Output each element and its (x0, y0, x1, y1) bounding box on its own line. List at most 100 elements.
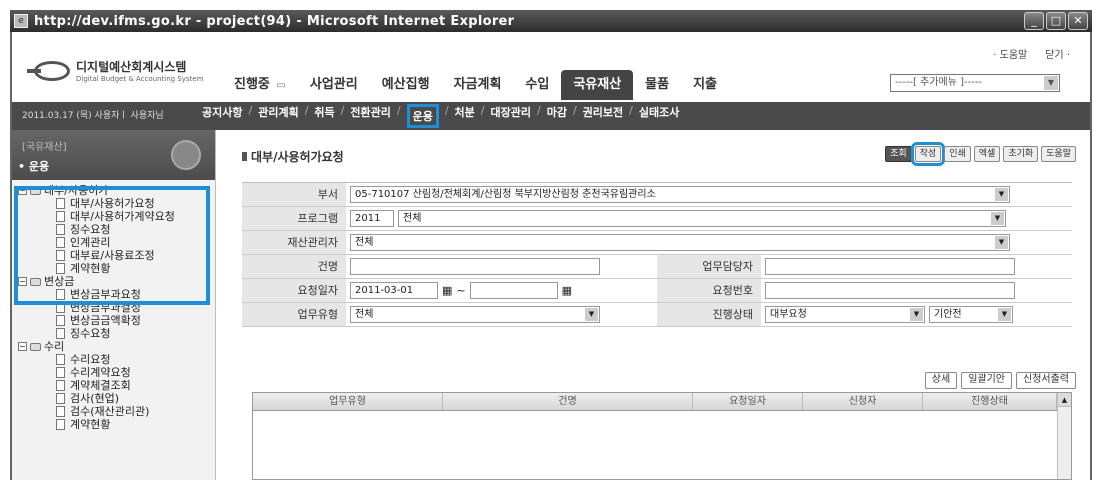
browser-content: 디지털예산회계시스템 Digital Budget & Accounting S… (10, 32, 1092, 480)
subnav-survey[interactable]: 실태조사 (639, 104, 679, 128)
sub-nav-links: 공지사항 / 관리계획 / 취득 / 전환관리 / 운용 / 처분 / 대장관리 / 마감 / … (202, 104, 685, 128)
table-scrollbar[interactable]: ▲ (1057, 393, 1071, 479)
col-worktype[interactable]: 업무유형 (253, 393, 443, 410)
tree-label: 수리 (44, 340, 65, 353)
close-link[interactable]: 닫기 · (1045, 46, 1070, 61)
close-icon[interactable]: ✕ (1068, 12, 1088, 30)
help-button[interactable]: 도움말 (1041, 146, 1076, 162)
document-icon (56, 354, 65, 365)
dept-select[interactable]: 05-710107 산림청/전체회계/산림청 북부지방산림청 춘천국유림관리소 ▼ (350, 186, 1010, 203)
manager-select[interactable]: 전체 ▼ (350, 234, 1010, 251)
subnav-notice[interactable]: 공지사항 (202, 104, 242, 128)
batch-draft-button[interactable]: 일괄기안 (961, 372, 1012, 389)
tree-item[interactable]: 수리요청 (18, 353, 215, 366)
app-logo[interactable]: 디지털예산회계시스템 Digital Budget & Accounting S… (27, 58, 204, 83)
chevron-down-icon: ▼ (910, 308, 923, 321)
excel-button[interactable]: 엑셀 (973, 146, 1001, 162)
ie-icon: e (14, 14, 28, 28)
maximize-icon[interactable]: □ (1046, 12, 1066, 30)
nav-expenditure[interactable]: 지출 (681, 70, 729, 100)
print-application-button[interactable]: 신청서출력 (1016, 372, 1076, 389)
nav-state-property[interactable]: 국유재산 (561, 70, 634, 100)
status-sub-select[interactable]: 기안전 ▼ (929, 306, 1013, 323)
date-to-input[interactable] (469, 282, 558, 299)
subnav-ledger[interactable]: 대장관리 (491, 104, 531, 128)
sidebar: [국유재산] • 운용 − 대부/사용허가 대부/사용허가요청 대부/사용허가계약요청… (12, 130, 216, 480)
chevron-down-icon: ▼ (995, 188, 1008, 201)
manager-value: 전체 (355, 237, 374, 248)
subnav-acquire[interactable]: 취득 (314, 104, 334, 128)
tree-item[interactable]: 징수요청 (18, 327, 215, 340)
print-button[interactable]: 인쇄 (944, 146, 971, 162)
nav-budget-exec[interactable]: 예산집행 (370, 70, 442, 100)
subnav-plan[interactable]: 관리계획 (258, 104, 298, 128)
col-date[interactable]: 요청일자 (693, 393, 803, 410)
tree-item[interactable]: 검사(현업) (18, 392, 215, 405)
tree-item[interactable]: 수리계약요청 (18, 366, 215, 379)
calendar-icon[interactable]: ▦ (562, 284, 572, 297)
sidebar-header: [국유재산] • 운용 (12, 130, 215, 180)
document-icon (56, 315, 65, 326)
subnav-close[interactable]: 마감 (547, 104, 567, 128)
reqno-input[interactable] (765, 282, 1015, 299)
user-info: 2011.03.17 (목) 사용자ㅣ 사용자님 (22, 110, 164, 121)
nav-project-mgmt[interactable]: 사업관리 (298, 70, 370, 100)
chevron-down-icon: ▼ (991, 212, 1004, 225)
date-from-input[interactable]: 2011-03-01 (350, 282, 438, 299)
col-subject[interactable]: 건명 (443, 393, 693, 410)
minimize-icon[interactable]: _ (1024, 12, 1044, 30)
nav-label: 진행중 (234, 77, 270, 92)
nav-revenue[interactable]: 수입 (513, 70, 561, 100)
status-value: 대부요청 (770, 309, 807, 320)
form-row-program: 프로그램 2011 전체 ▼ (242, 207, 1072, 231)
manager-label: 재산관리자 (242, 231, 346, 254)
tree-item[interactable]: 변상금금액확정 (18, 314, 215, 327)
dept-value: 05-710107 산림청/전체회계/산림청 북부지방산림청 춘천국유림관리소 (355, 189, 656, 200)
worktype-label: 업무유형 (242, 303, 346, 326)
worktype-select[interactable]: 전체 ▼ (350, 306, 600, 323)
status-label: 진행상태 (657, 303, 761, 326)
program-select[interactable]: 전체 ▼ (398, 210, 1006, 227)
form-row-dept: 부서 05-710107 산림청/전체회계/산림청 북부지방산림청 춘천국유림관… (242, 183, 1072, 207)
help-link[interactable]: · 도움말 (993, 46, 1027, 61)
status-select[interactable]: 대부요청 ▼ (765, 306, 925, 323)
logo-subtitle: Digital Budget & Accounting System (76, 75, 204, 83)
form-row-worktype: 업무유형 전체 ▼ 진행상태 대부요청 ▼ 기안전 ▼ (242, 303, 1072, 327)
tree-folder[interactable]: − 수리 (18, 340, 215, 353)
main-nav: 진행중 ▭ 사업관리 예산집행 자금계획 수입 국유재산 물품 지출 (222, 70, 729, 100)
subnav-dispose[interactable]: 처분 (455, 104, 475, 128)
staff-input[interactable] (765, 258, 1015, 275)
main-content: 대부/사용허가요청 조회 작성 인쇄 엑셀 초기화 도움말 부서 05-7101… (228, 130, 1088, 480)
add-menu-select[interactable]: -----[ 추가메뉴 ]----- ▼ (890, 74, 1060, 92)
chevron-down-icon: ▼ (998, 308, 1011, 321)
nav-fund-plan[interactable]: 자금계획 (442, 70, 514, 100)
search-button[interactable]: 조회 (885, 146, 912, 162)
results-table: 업무유형 건명 요청일자 신청자 진행상태 ▲ (252, 392, 1072, 480)
logo-name: 디지털예산회계시스템 (76, 60, 187, 74)
document-icon (56, 367, 65, 378)
reqno-label: 요청번호 (657, 279, 761, 302)
app-header: 디지털예산회계시스템 Digital Budget & Accounting S… (12, 32, 1090, 102)
reset-button[interactable]: 초기화 (1003, 146, 1039, 162)
subnav-rights[interactable]: 권리보전 (583, 104, 623, 128)
subnav-operate[interactable]: 운용 (406, 104, 439, 128)
col-status[interactable]: 진행상태 (923, 393, 1057, 410)
calendar-icon[interactable]: ▦ (442, 284, 452, 297)
search-form: 부서 05-710107 산림청/전체회계/산림청 북부지방산림청 춘천국유림관… (242, 182, 1072, 327)
subject-input[interactable] (350, 258, 600, 275)
program-year-input[interactable]: 2011 (350, 210, 394, 227)
tree-item[interactable]: 계약체결조회 (18, 379, 215, 392)
tree-item[interactable]: 검수(재산관리관) (18, 405, 215, 418)
action-buttons: 조회 작성 인쇄 엑셀 초기화 도움말 (885, 142, 1076, 166)
tree-item[interactable]: 계약현황 (18, 418, 215, 431)
collapse-icon[interactable]: − (18, 342, 27, 351)
create-button[interactable]: 작성 (910, 142, 946, 166)
program-value: 전체 (403, 213, 422, 224)
scroll-up-icon[interactable]: ▲ (1058, 393, 1071, 407)
col-applicant[interactable]: 신청자 (803, 393, 923, 410)
dept-label: 부서 (242, 183, 346, 206)
detail-button[interactable]: 상세 (924, 372, 958, 389)
nav-in-progress[interactable]: 진행중 ▭ (222, 70, 298, 100)
nav-goods[interactable]: 물품 (633, 70, 681, 100)
subnav-convert[interactable]: 전환관리 (350, 104, 390, 128)
